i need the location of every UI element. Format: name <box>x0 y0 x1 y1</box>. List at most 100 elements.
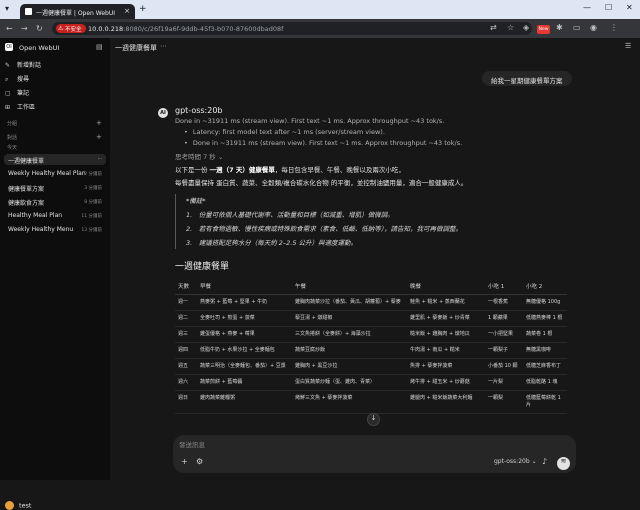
table-cell: 低脂乾酪 1 塊 <box>523 374 567 391</box>
sidebar-toggle-icon[interactable]: ▤ <box>96 43 103 51</box>
table-cell: 雞蛋優格 + 燕麥 + 莓果 <box>197 326 292 343</box>
table-cell: 週一 <box>175 294 197 311</box>
note-icon: ▢ <box>5 90 11 97</box>
table-cell: 週三 <box>175 326 197 343</box>
workspace-icon: ⊞ <box>5 104 11 111</box>
microphone-icon[interactable]: ♪ <box>542 457 547 466</box>
chevron-down-icon: ⌄ <box>531 458 537 465</box>
minimize-icon[interactable]: — <box>583 3 591 12</box>
close-window-icon[interactable]: ✕ <box>626 3 633 12</box>
sidebar-item-workspace[interactable]: ⊞ 工作區 <box>5 102 35 111</box>
sidebar-item-notes[interactable]: ▢ 筆記 <box>5 88 29 97</box>
menu-dots-icon[interactable]: ⋮ <box>610 23 618 32</box>
avatar <box>5 501 14 510</box>
note-item: 3. 建議搭配足夠水分（每天約 2–2.5 公升）與適度運動。 <box>186 239 358 247</box>
note-item: 1. 份量可依個人基礎代謝率、活動量和目標（如減重、增肌）做微調。 <box>186 211 394 219</box>
table-row: 週三 雞蛋優格 + 燕麥 + 莓果 三文魚捲餅（全麥餅）+ 海藻沙拉 糙米飯 + 雞胸… <box>175 326 567 343</box>
table-cell: 三文魚捲餅（全麥餅）+ 海藻沙拉 <box>292 326 407 343</box>
table-cell: 1 顆蘋果 <box>485 310 523 327</box>
table-cell: 低糖芝麻香布丁 <box>523 358 567 375</box>
extensions-puzzle-icon[interactable]: ✱ <box>556 23 563 32</box>
app-name: Open WebUI <box>19 44 60 52</box>
new-badge[interactable]: New <box>537 25 550 34</box>
scroll-down-button[interactable]: ↓ <box>367 413 380 426</box>
sidebar-item-search[interactable]: ⌕ 搜尋 <box>5 74 29 84</box>
table-cell: 低糖藍莓餅乾 1 片 <box>523 390 567 414</box>
table-cell: 無糖黑咖啡 <box>523 342 567 359</box>
close-tab-icon[interactable]: × <box>124 7 130 15</box>
message-input[interactable] <box>179 440 479 450</box>
model-name: gpt-oss:20b <box>175 106 223 115</box>
controls-icon[interactable]: ☰ <box>625 42 631 50</box>
table-cell: 小番茄 10 顆 <box>485 358 523 375</box>
tools-icon[interactable]: ⚙ <box>196 457 203 466</box>
stats-bullet: Latency: first model text after ~1 ms (s… <box>184 128 565 136</box>
meal-table: 天數 早餐 午餐 晚餐 小吃 1 小吃 2 週一 燕麥粥 + 藍莓 + 堅果 + 牛奶 雞胸肉… <box>175 280 567 414</box>
chat-list-item[interactable]: Weekly Healthy Menu 13 分鐘前 <box>4 224 106 235</box>
table-cell: 週五 <box>175 358 197 375</box>
warning-icon: ⚠ <box>58 25 64 32</box>
chat-list-item[interactable]: Weekly Healthy Meal Plan 2 分鐘前 <box>4 168 106 179</box>
voice-mode-button[interactable]: ≋ <box>557 457 570 470</box>
table-row: 週一 燕麥粥 + 藍莓 + 堅果 + 牛奶 雞胸肉蔬菜沙拉（番茄、黃瓜、胡蘿蔔）+ … <box>175 294 567 311</box>
edit-icon: ✎ <box>5 62 11 69</box>
user-menu[interactable]: test <box>5 501 31 510</box>
reload-icon[interactable]: ↻ <box>36 24 43 33</box>
profile-icon[interactable]: ◉ <box>590 23 597 32</box>
table-cell: 牛肉湯 + 南瓜 + 糙米 <box>407 342 485 359</box>
sidebar-item-new-chat[interactable]: ✎ 新增對話 <box>5 60 41 69</box>
chat-options-icon[interactable]: ⋯ <box>98 157 103 162</box>
table-cell: 全麥吐司 + 煎蛋 + 菠菜 <box>197 310 292 327</box>
model-selector[interactable]: gpt-oss:20b ⌄ <box>494 458 537 465</box>
table-header-cell: 早餐 <box>197 280 292 295</box>
security-badge[interactable]: ⚠ 不安全 <box>56 24 86 33</box>
forward-icon[interactable]: → <box>21 24 28 33</box>
back-icon[interactable]: ← <box>6 24 13 33</box>
stats-text: Done in ~31911 ms (stream view). First t… <box>175 117 445 125</box>
table-header-cell: 天數 <box>175 280 197 295</box>
user-message: 給我一星期健康餐單方案 <box>482 71 572 86</box>
add-group-icon[interactable]: + <box>96 119 102 127</box>
chat-list-item[interactable]: 健康餐單方案 3 分鐘前 <box>4 182 106 193</box>
new-tab-button[interactable]: + <box>139 4 147 14</box>
assistant-message: AI gpt-oss:20b Done in ~31911 ms (stream… <box>158 106 567 414</box>
table-cell: 雞胸肉蔬菜沙拉（番茄、黃瓜、胡蘿蔔）+ 藜麥 <box>292 294 407 311</box>
bookmark-star-icon[interactable]: ☆ <box>507 23 514 32</box>
table-row: 週五 蔬菜三明治（全麥麵包、番茄）+ 豆漿 雞胸肉 + 黑豆沙拉 魚排 + 藜麥拌菠菜… <box>175 358 567 375</box>
tab-list-icon[interactable]: ▾ <box>5 4 9 13</box>
table-cell: 低脂牛奶 + 水果沙拉 + 全麥麵包 <box>197 342 292 359</box>
table-cell: 一顆梨 <box>485 390 523 414</box>
stats-bullet: Done in ~31911 ms (stream view). First t… <box>184 139 565 147</box>
url-text[interactable]: 10.0.0.218:8080/c/26f19a6f-9ddb-45f3-b07… <box>88 25 283 33</box>
table-cell: 魚排 + 藜麥拌菠菜 <box>407 358 485 375</box>
maximize-icon[interactable]: ☐ <box>605 3 612 12</box>
chat-list-item[interactable]: 健康飲食方案 8 分鐘前 <box>4 196 106 207</box>
table-cell: 雞胸肉 + 黑豆沙拉 <box>292 358 407 375</box>
table-header-cell: 小吃 1 <box>485 280 523 295</box>
note-title: *備註* <box>186 197 206 205</box>
table-row: 週日 雞肉蔬菜雜糧粥 烤鮮三文魚 + 藜麥拌菠菜 雞腿肉 + 糙米飯蔬菜大利麵 一顆梨低… <box>175 390 567 414</box>
chat-list-item[interactable]: 一週健康餐單 ⋯ <box>4 154 106 165</box>
table-cell: 鮭魚 + 糙米 + 蒸西蘭花 <box>407 294 485 311</box>
add-chat-icon[interactable]: + <box>96 133 102 141</box>
table-cell: 週日 <box>175 390 197 414</box>
table-cell: 蔬菜三明治（全麥麵包、番茄）+ 豆漿 <box>197 358 292 375</box>
plus-icon[interactable]: + <box>181 457 188 466</box>
extension-icon[interactable]: ◈ <box>523 23 529 32</box>
table-cell: 蔬菜豆腐炒飯 <box>292 342 407 359</box>
table-cell: 週四 <box>175 342 197 359</box>
translate-icon[interactable]: ⇄ <box>490 23 497 32</box>
favicon-icon <box>25 8 32 15</box>
section-chats-label: 對話 <box>7 135 18 141</box>
browser-tab[interactable]: 一週健康餐單 | Open WebUI × <box>20 4 135 19</box>
table-row: 週四 低脂牛奶 + 水果沙拉 + 全麥麵包 蔬菜豆腐炒飯 牛肉湯 + 南瓜 + 糙米一… <box>175 342 567 359</box>
table-cell: 一顆梨子 <box>485 342 523 359</box>
thinking-toggle[interactable]: 思考時間 7 秒 ⌄ <box>175 151 565 161</box>
chat-list-item[interactable]: Healthy Meal Plan 11 分鐘前 <box>4 210 106 221</box>
tab-search-icon[interactable]: ▭ <box>573 23 581 32</box>
chat-menu-icon[interactable]: ⋯ <box>160 42 167 50</box>
main-panel: 一週健康餐單 ⋯ ☰ 給我一星期健康餐單方案 AI gpt-oss:20b Do… <box>110 38 640 480</box>
model-avatar: AI <box>158 108 168 118</box>
table-cell: 烤鮮三文魚 + 藜麥拌菠菜 <box>292 390 407 414</box>
table-cell: 烤牛排 + 甜玉米 + 炒蘑菇 <box>407 374 485 391</box>
